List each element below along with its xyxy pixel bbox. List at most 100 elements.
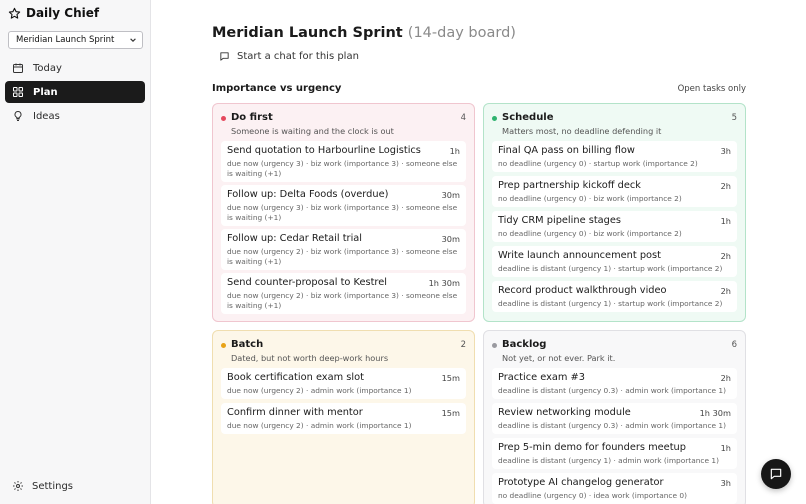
quadrant-description: Someone is waiting and the clock is out	[231, 126, 394, 136]
board-select[interactable]: Meridian Launch Sprint	[8, 31, 143, 49]
nav-item-plan[interactable]: Plan	[5, 81, 145, 103]
status-dot	[492, 116, 497, 121]
task-title: Follow up: Cedar Retail trial	[227, 233, 363, 244]
nav-item-today[interactable]: Today	[5, 57, 145, 79]
task-duration: 1h	[449, 146, 460, 156]
quadrant-count: 2	[460, 340, 466, 350]
task-title: Review networking module	[498, 407, 631, 418]
brand[interactable]: Daily Chief	[8, 5, 99, 21]
sidebar: Daily Chief Meridian Launch Sprint Today…	[0, 0, 151, 504]
nav-item-label: Today	[33, 62, 62, 74]
open-tasks-filter[interactable]: Open tasks only	[678, 84, 746, 94]
task-title: Book certification exam slot	[227, 372, 364, 383]
task-duration: 2h	[720, 181, 731, 191]
task-meta: due now (urgency 2) · admin work (import…	[227, 386, 412, 395]
task-title: Prototype AI changelog generator	[498, 477, 664, 488]
task-title: Prep partnership kickoff deck	[498, 180, 641, 191]
task-meta: due now (urgency 3) · biz work (importan…	[227, 203, 458, 222]
quadrant-count: 6	[731, 340, 737, 350]
quadrant-description: Matters most, no deadline defending it	[502, 126, 662, 136]
task-card[interactable]: Review networking module 1h 30m deadline…	[492, 403, 737, 434]
quadrant-schedule: Schedule 5 Matters most, no deadline def…	[483, 103, 746, 322]
task-duration: 1h	[720, 443, 731, 453]
task-meta: no deadline (urgency 0) · startup work (…	[498, 159, 698, 168]
task-card[interactable]: Record product walkthrough video 2h dead…	[492, 281, 737, 312]
page-title: Meridian Launch Sprint (14-day board)	[212, 25, 516, 41]
status-dot	[221, 116, 226, 121]
task-card[interactable]: Write launch announcement post 2h deadli…	[492, 246, 737, 277]
nav-item-label: Ideas	[33, 110, 60, 122]
task-card[interactable]: Practice exam #3 2h deadline is distant …	[492, 368, 737, 399]
task-duration: 30m	[441, 234, 460, 244]
quadrant-name: Do first	[231, 112, 273, 123]
matrix-title: Importance vs urgency	[212, 83, 342, 94]
quadrant-do-first: Do first 4 Someone is waiting and the cl…	[212, 103, 475, 322]
task-meta: deadline is distant (urgency 0.3) · admi…	[498, 386, 727, 395]
task-card[interactable]: Prototype AI changelog generator 3h no d…	[492, 473, 737, 504]
task-title: Practice exam #3	[498, 372, 585, 383]
task-duration: 3h	[720, 146, 731, 156]
task-card[interactable]: Tidy CRM pipeline stages 1h no deadline …	[492, 211, 737, 242]
task-meta: due now (urgency 2) · biz work (importan…	[227, 247, 458, 266]
task-card[interactable]: Confirm dinner with mentor 15m due now (…	[221, 403, 466, 434]
task-meta: no deadline (urgency 0) · biz work (impo…	[498, 229, 682, 238]
task-duration: 1h 30m	[428, 278, 460, 288]
task-meta: due now (urgency 2) · biz work (importan…	[227, 291, 458, 310]
chat-bubble-icon	[770, 468, 782, 480]
task-title: Final QA pass on billing flow	[498, 145, 635, 156]
task-duration: 1h 30m	[699, 408, 731, 418]
board-duration: (14-day board)	[407, 25, 516, 41]
start-chat-link[interactable]: Start a chat for this plan	[219, 51, 359, 62]
quadrant-description: Dated, but not worth deep-work hours	[231, 353, 389, 363]
task-title: Record product walkthrough video	[498, 285, 667, 296]
nav-item-ideas[interactable]: Ideas	[5, 105, 145, 127]
task-title: Tidy CRM pipeline stages	[498, 215, 622, 226]
settings-link[interactable]: Settings	[12, 480, 73, 492]
chevron-down-icon	[130, 38, 136, 42]
task-card[interactable]: Book certification exam slot 15m due now…	[221, 368, 466, 399]
quadrant-name: Backlog	[502, 339, 547, 350]
task-duration: 15m	[441, 373, 460, 383]
task-meta: deadline is distant (urgency 1) · startu…	[498, 264, 723, 273]
status-dot	[221, 343, 226, 348]
quadrant-name: Batch	[231, 339, 264, 350]
status-dot	[492, 343, 497, 348]
task-duration: 15m	[441, 408, 460, 418]
task-card[interactable]: Follow up: Delta Foods (overdue) 30m due…	[221, 185, 466, 226]
board-name: Meridian Launch Sprint	[212, 25, 403, 41]
task-card[interactable]: Prep 5-min demo for founders meetup 1h d…	[492, 438, 737, 469]
quadrant-backlog: Backlog 6 Not yet, or not ever. Park it.…	[483, 330, 746, 504]
nav-item-label: Plan	[33, 86, 58, 98]
quadrant-header: Schedule 5	[492, 112, 737, 124]
lightbulb-icon	[14, 110, 22, 121]
task-title: Send quotation to Harbourline Logistics	[227, 145, 421, 156]
settings-label: Settings	[32, 480, 74, 492]
task-card[interactable]: Prep partnership kickoff deck 2h no dead…	[492, 176, 737, 207]
task-meta: deadline is distant (urgency 0.3) · admi…	[498, 421, 727, 430]
task-duration: 2h	[720, 286, 731, 296]
main-content: Meridian Launch Sprint (14-day board) St…	[151, 0, 806, 504]
task-card[interactable]: Send counter-proposal to Kestrel 1h 30m …	[221, 273, 466, 314]
task-card[interactable]: Follow up: Cedar Retail trial 30m due no…	[221, 229, 466, 270]
task-title: Prep 5-min demo for founders meetup	[498, 442, 686, 453]
task-meta: deadline is distant (urgency 1) · admin …	[498, 456, 719, 465]
task-card[interactable]: Send quotation to Harbourline Logistics …	[221, 141, 466, 182]
task-meta: deadline is distant (urgency 1) · startu…	[498, 299, 723, 308]
task-duration: 2h	[720, 373, 731, 383]
task-duration: 1h	[720, 216, 731, 226]
task-card[interactable]: Final QA pass on billing flow 3h no dead…	[492, 141, 737, 172]
task-meta: no deadline (urgency 0) · biz work (impo…	[498, 194, 682, 203]
start-chat-label: Start a chat for this plan	[237, 51, 359, 62]
quadrant-count: 5	[731, 113, 737, 123]
quadrant-name: Schedule	[502, 112, 554, 123]
quadrant-header: Do first 4	[221, 112, 466, 124]
app-title: Daily Chief	[26, 6, 100, 20]
quadrant-header: Batch 2	[221, 339, 466, 351]
chat-fab-button[interactable]	[761, 459, 791, 489]
task-title: Follow up: Delta Foods (overdue)	[227, 189, 389, 200]
task-title: Write launch announcement post	[498, 250, 661, 261]
task-meta: no deadline (urgency 0) · idea work (imp…	[498, 491, 687, 500]
task-title: Confirm dinner with mentor	[227, 407, 363, 418]
calendar-icon	[13, 63, 23, 73]
grid-icon	[13, 87, 23, 97]
